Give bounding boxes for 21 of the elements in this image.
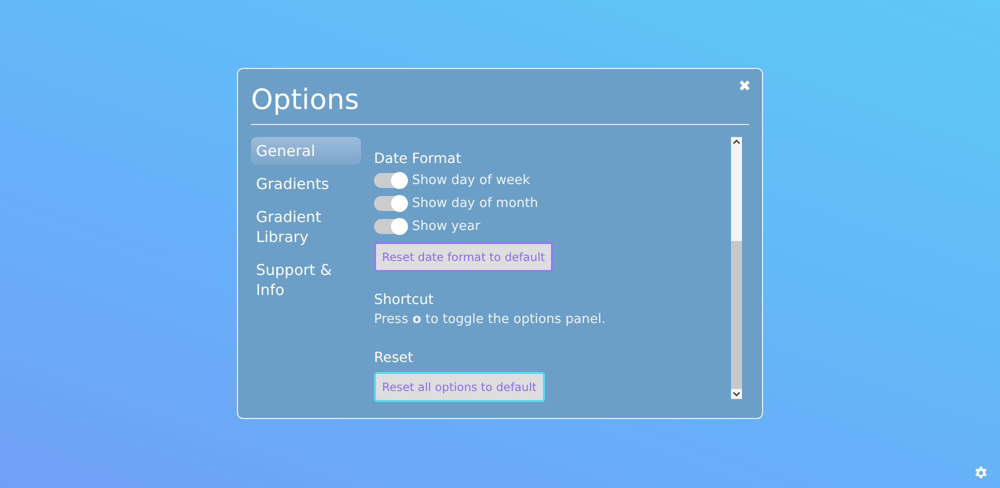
section-heading: Shortcut — [374, 291, 434, 310]
toggle-label: Show day of week — [412, 173, 530, 188]
sidebar-tab[interactable]: Gradients — [251, 170, 361, 198]
sidebar-tab[interactable]: General — [251, 137, 361, 165]
toggle-switch[interactable] — [374, 196, 407, 211]
settings-icon[interactable] — [974, 466, 988, 480]
toggle-label: Show year — [412, 219, 480, 234]
reset-button[interactable]: Reset date format to default — [374, 242, 554, 272]
sidebar-tab[interactable]: Gradient Library — [251, 203, 361, 251]
close-button[interactable]: ✖ — [738, 77, 751, 95]
section-heading: Date Format — [374, 150, 462, 169]
toggle-switch[interactable] — [374, 173, 407, 188]
reset-button[interactable]: Reset all options to default — [374, 372, 545, 402]
section-heading: Reset — [374, 349, 414, 368]
dialog-title: Options — [251, 83, 360, 117]
shortcut-text: Press o to toggle the options panel. — [374, 311, 606, 329]
toggle-label: Show day of month — [412, 196, 538, 211]
scroll-down-icon[interactable] — [731, 389, 742, 399]
toggle-switch[interactable] — [374, 219, 407, 234]
sidebar-tab[interactable]: Support & Info — [251, 256, 361, 304]
scrollbar[interactable] — [731, 137, 742, 399]
